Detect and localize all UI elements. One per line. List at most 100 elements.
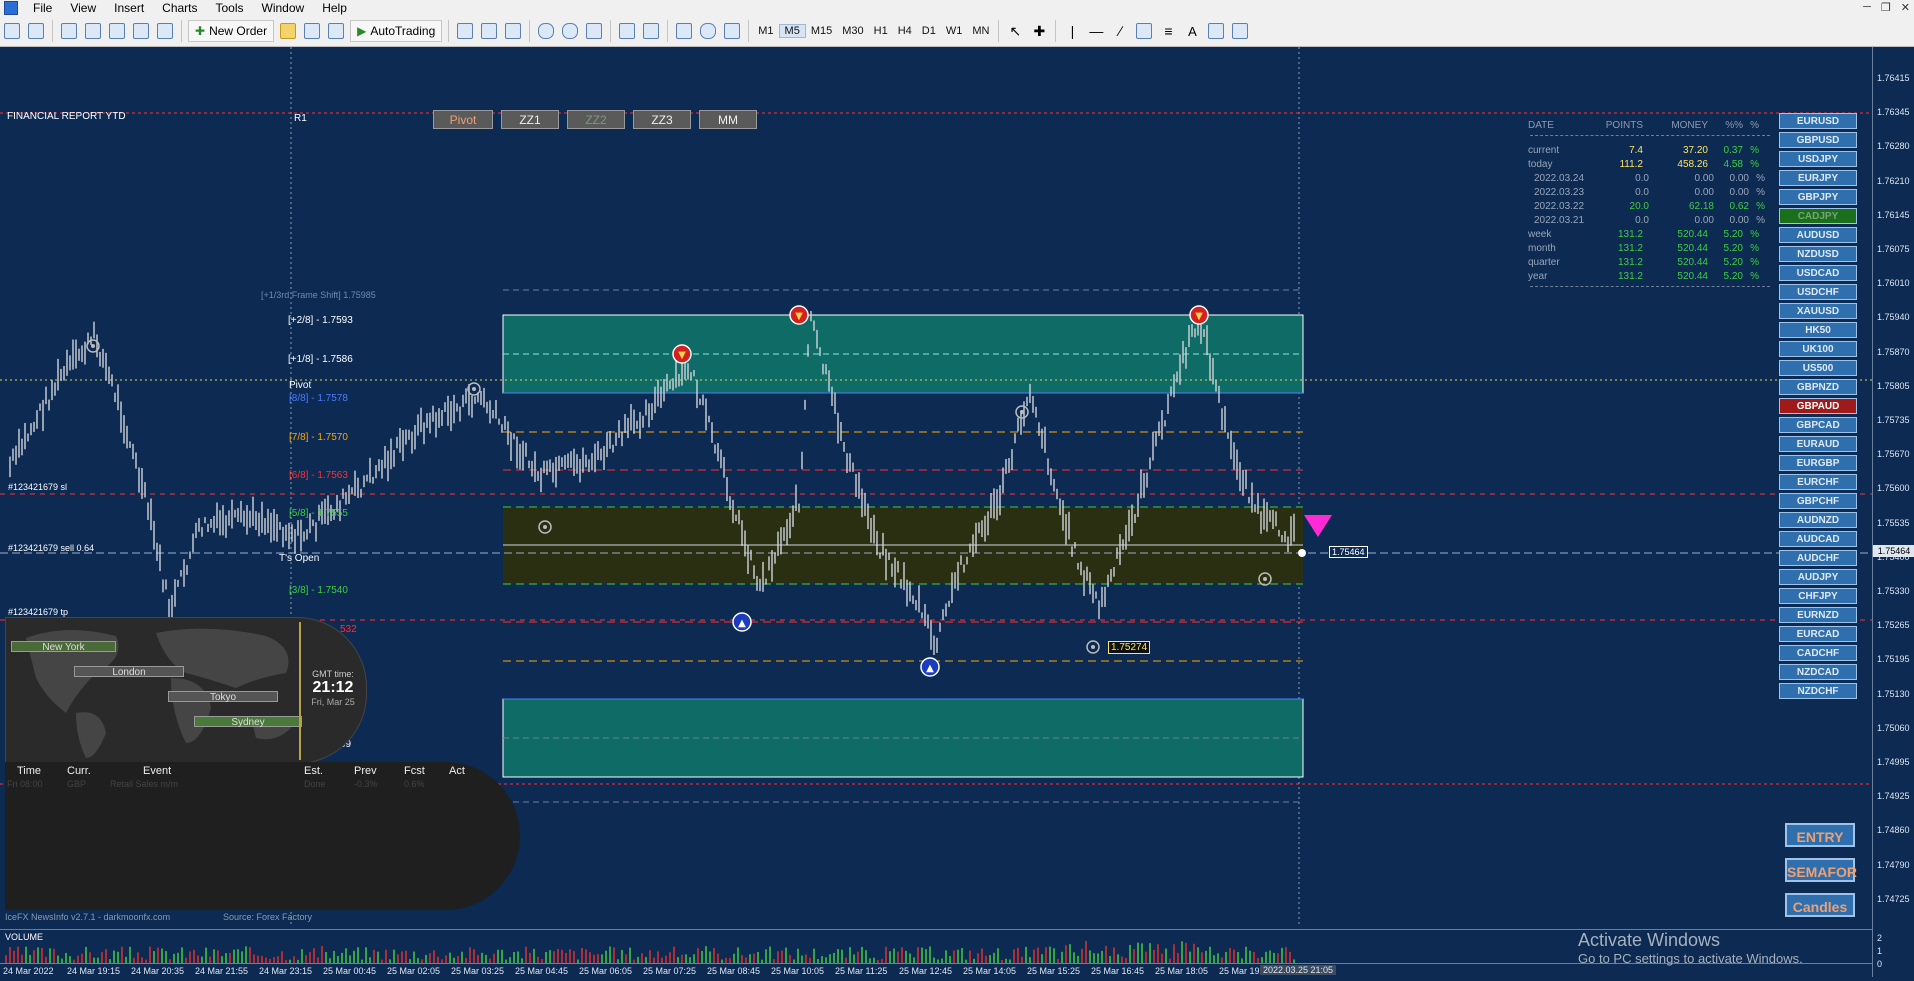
menu-tools[interactable]: Tools xyxy=(207,0,253,16)
symbol-button-audnzd[interactable]: AUDNZD xyxy=(1779,512,1857,528)
symbol-button-chfjpy[interactable]: CHFJPY xyxy=(1779,588,1857,604)
symbol-button-uk100[interactable]: UK100 xyxy=(1779,341,1857,357)
vertical-line-icon[interactable]: | xyxy=(1062,20,1082,42)
menu-view[interactable]: View xyxy=(61,0,105,16)
symbol-button-hk50[interactable]: HK50 xyxy=(1779,322,1857,338)
symbol-button-eurnzd[interactable]: EURNZD xyxy=(1779,607,1857,623)
restore-icon[interactable]: ❐ xyxy=(1881,1,1891,14)
tile-windows-icon[interactable] xyxy=(584,20,604,42)
symbol-button-eurcad[interactable]: EURCAD xyxy=(1779,626,1857,642)
navigator-icon[interactable] xyxy=(107,20,127,42)
timeframe-m15[interactable]: M15 xyxy=(806,25,837,37)
timeframe-h4[interactable]: H4 xyxy=(893,25,917,37)
zoom-out-icon[interactable] xyxy=(560,20,580,42)
timeframe-d1[interactable]: D1 xyxy=(917,25,941,37)
symbol-button-usdchf[interactable]: USDCHF xyxy=(1779,284,1857,300)
symbol-button-gbpcad[interactable]: GBPCAD xyxy=(1779,417,1857,433)
menu-help[interactable]: Help xyxy=(313,0,356,16)
profiles-icon[interactable] xyxy=(26,20,46,42)
text-label-icon[interactable] xyxy=(1206,20,1226,42)
symbol-button-gbpjpy[interactable]: GBPJPY xyxy=(1779,189,1857,205)
pivot-button[interactable]: Pivot xyxy=(433,110,493,129)
report-cell-pct: 5.20 xyxy=(1723,257,1743,268)
crosshair-icon[interactable]: ✚ xyxy=(1029,20,1049,42)
auto-scroll-icon[interactable] xyxy=(617,20,637,42)
data-window-icon[interactable] xyxy=(83,20,103,42)
report-cell-sign: % xyxy=(1756,173,1765,184)
periods-icon[interactable] xyxy=(698,20,718,42)
horizontal-line-icon[interactable]: — xyxy=(1086,20,1106,42)
news-panel: Time Curr. Event Est. Prev Fcst Act Fri … xyxy=(5,762,520,910)
menu-insert[interactable]: Insert xyxy=(105,0,153,16)
market-icon[interactable] xyxy=(326,20,346,42)
minimize-icon[interactable]: ─ xyxy=(1863,1,1871,14)
metaeditor-icon[interactable] xyxy=(278,20,298,42)
timeframe-h1[interactable]: H1 xyxy=(869,25,893,37)
text-icon[interactable]: A xyxy=(1182,20,1202,42)
zoom-in-icon[interactable] xyxy=(536,20,556,42)
timeframe-m30[interactable]: M30 xyxy=(837,25,868,37)
tester-icon[interactable] xyxy=(155,20,175,42)
symbol-button-eurusd[interactable]: EURUSD xyxy=(1779,113,1857,129)
mm-button[interactable]: MM xyxy=(699,110,757,129)
symbol-button-audusd[interactable]: AUDUSD xyxy=(1779,227,1857,243)
symbol-button-audjpy[interactable]: AUDJPY xyxy=(1779,569,1857,585)
timeframe-mn[interactable]: MN xyxy=(967,25,994,37)
symbol-list: EURUSD GBPUSD USDJPY EURJPY GBPJPY CADJPY AUDU… xyxy=(1779,113,1857,702)
symbol-button-eurgbp[interactable]: EURGBP xyxy=(1779,455,1857,471)
close-icon[interactable]: ✕ xyxy=(1901,1,1910,14)
bar-chart-icon[interactable] xyxy=(455,20,475,42)
price-axis[interactable]: 1.76415 1.76345 1.76280 1.76210 1.76145 1.760… xyxy=(1872,47,1914,977)
symbol-button-xauusd[interactable]: XAUUSD xyxy=(1779,303,1857,319)
fibonacci-icon[interactable]: ≡ xyxy=(1158,20,1178,42)
semafor-low-1-glyph: ▲ xyxy=(738,618,746,629)
zz2-button[interactable]: ZZ2 xyxy=(567,110,625,129)
market-watch-icon[interactable] xyxy=(59,20,79,42)
symbol-button-gbpusd[interactable]: GBPUSD xyxy=(1779,132,1857,148)
symbol-button-usdjpy[interactable]: USDJPY xyxy=(1779,151,1857,167)
new-order-button[interactable]: ✚ New Order xyxy=(188,20,275,42)
symbol-button-nzdchf[interactable]: NZDCHF xyxy=(1779,683,1857,699)
semafor-button[interactable]: SEMAFOR xyxy=(1785,858,1857,882)
symbol-button-gbpchf[interactable]: GBPCHF xyxy=(1779,493,1857,509)
chart-shift-icon[interactable] xyxy=(641,20,661,42)
zz1-button[interactable]: ZZ1 xyxy=(501,110,559,129)
trendline-icon[interactable]: ∕ xyxy=(1110,20,1130,42)
menu-file[interactable]: File xyxy=(24,0,61,16)
symbol-button-nzdusd[interactable]: NZDUSD xyxy=(1779,246,1857,262)
symbol-button-cadchf[interactable]: CADCHF xyxy=(1779,645,1857,661)
symbol-button-eurchf[interactable]: EURCHF xyxy=(1779,474,1857,490)
symbol-button-usdcad[interactable]: USDCAD xyxy=(1779,265,1857,281)
timeframe-m1[interactable]: M1 xyxy=(753,25,778,37)
signals-icon[interactable] xyxy=(302,20,322,42)
symbol-button-euraud[interactable]: EURAUD xyxy=(1779,436,1857,452)
zz3-button[interactable]: ZZ3 xyxy=(633,110,691,129)
candles-button[interactable]: Candles xyxy=(1785,893,1855,917)
timeframe-w1[interactable]: W1 xyxy=(941,25,968,37)
symbol-button-nzdcad[interactable]: NZDCAD xyxy=(1779,664,1857,680)
templates-icon[interactable] xyxy=(722,20,742,42)
arrows-icon[interactable] xyxy=(1230,20,1250,42)
indicators-icon[interactable] xyxy=(674,20,694,42)
pivot-label: Pivot xyxy=(289,380,312,391)
timeframe-m5[interactable]: M5 xyxy=(778,24,806,38)
menu-window[interactable]: Window xyxy=(253,0,314,16)
terminal-icon[interactable] xyxy=(131,20,151,42)
channel-icon[interactable] xyxy=(1134,20,1154,42)
autotrading-button[interactable]: ▶ AutoTrading xyxy=(350,20,443,42)
symbol-button-gbpnzd[interactable]: GBPNZD xyxy=(1779,379,1857,395)
menu-charts[interactable]: Charts xyxy=(153,0,206,16)
symbol-button-audcad[interactable]: AUDCAD xyxy=(1779,531,1857,547)
candlesticks-icon[interactable] xyxy=(479,20,499,42)
symbol-button-us500[interactable]: US500 xyxy=(1779,360,1857,376)
symbol-button-cadjpy[interactable]: CADJPY xyxy=(1779,208,1857,224)
new-chart-icon[interactable] xyxy=(2,20,22,42)
price-tick: 1.75195 xyxy=(1877,654,1910,665)
symbol-button-eurjpy[interactable]: EURJPY xyxy=(1779,170,1857,186)
entry-button[interactable]: ENTRY xyxy=(1785,823,1855,847)
symbol-button-gbpaud[interactable]: GBPAUD xyxy=(1779,398,1857,414)
stop-loss-label: #123421679 sl xyxy=(8,482,68,492)
cursor-icon[interactable]: ↖ xyxy=(1005,20,1025,42)
symbol-button-audchf[interactable]: AUDCHF xyxy=(1779,550,1857,566)
line-chart-icon[interactable] xyxy=(503,20,523,42)
